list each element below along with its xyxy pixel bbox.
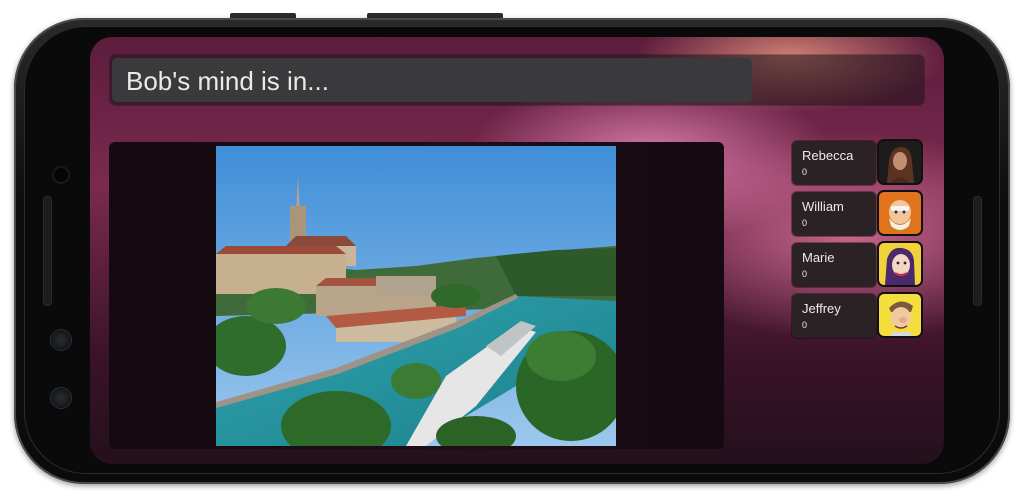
sensor-icon: [51, 330, 71, 350]
player-card[interactable]: Marie 0: [792, 243, 876, 287]
app-screen: Bob's mind is in... Rebecca 0 William 0 …: [90, 37, 944, 464]
front-camera-icon: [54, 168, 68, 182]
player-score: 0: [802, 218, 808, 228]
prompt-text: Bob's mind is in...: [126, 66, 329, 96]
player-score: 0: [802, 167, 808, 177]
old-man-cartoon-avatar-icon: [879, 192, 921, 234]
player-score: 0: [802, 320, 808, 330]
player-entry-rebecca[interactable]: Rebecca 0: [792, 141, 922, 187]
man-cartoon-avatar-icon: [879, 294, 921, 336]
player-list: Rebecca 0 William 0 Marie 0 Jeffrey 0: [792, 141, 922, 345]
sensor-icon: [51, 388, 71, 408]
player-card[interactable]: William 0: [792, 192, 876, 236]
player-name: Marie: [802, 250, 835, 265]
player-name: William: [802, 199, 844, 214]
player-card[interactable]: Rebecca 0: [792, 141, 876, 185]
player-entry-marie[interactable]: Marie 0: [792, 243, 922, 289]
prompt-banner: Bob's mind is in...: [110, 55, 924, 105]
city-river-photo[interactable]: [216, 146, 616, 446]
player-entry-william[interactable]: William 0: [792, 192, 922, 238]
woman-portrait-avatar-icon: [879, 141, 921, 183]
player-score: 0: [802, 269, 808, 279]
player-name: Rebecca: [802, 148, 854, 163]
player-name: Jeffrey: [802, 301, 841, 316]
right-speaker-grille: [973, 196, 982, 306]
player-entry-jeffrey[interactable]: Jeffrey 0: [792, 294, 922, 340]
image-panel: [109, 142, 724, 449]
player-card[interactable]: Jeffrey 0: [792, 294, 876, 338]
left-speaker-grille: [43, 196, 52, 306]
woman-cartoon-avatar-icon: [879, 243, 921, 285]
